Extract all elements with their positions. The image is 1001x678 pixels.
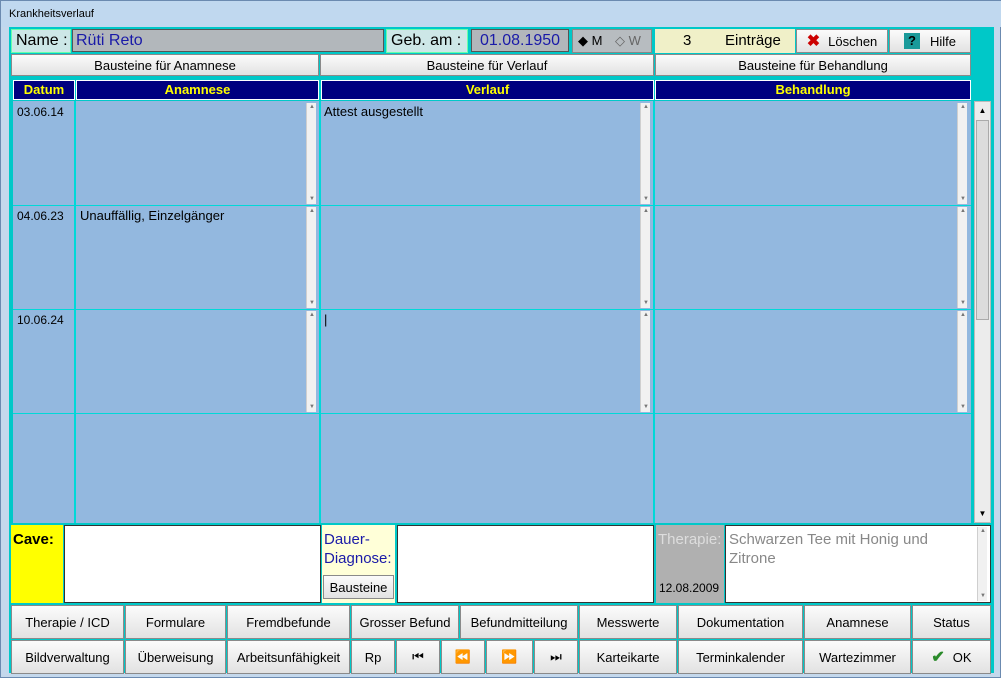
help-button[interactable]: ? Hilfe bbox=[889, 29, 971, 53]
cell-scrollbar[interactable]: ▲ ▼ bbox=[957, 103, 967, 204]
status-button[interactable]: Status bbox=[912, 605, 991, 639]
bildverwaltung-button[interactable]: Bildverwaltung bbox=[11, 640, 124, 674]
bausteine-button[interactable]: Bausteine bbox=[323, 575, 394, 599]
main-scrollbar[interactable]: ▲ ▼ bbox=[974, 101, 991, 523]
ueberweisung-button[interactable]: Überweisung bbox=[125, 640, 226, 674]
messwerte-button[interactable]: Messwerte bbox=[579, 605, 677, 639]
delete-button[interactable]: ✖ Löschen bbox=[796, 29, 888, 53]
dauer-diagnose-field[interactable] bbox=[397, 525, 654, 603]
formulare-button[interactable]: Formulare bbox=[125, 605, 226, 639]
ok-check-icon: ✔ bbox=[931, 649, 945, 666]
cell-scrollbar[interactable]: ▲ ▼ bbox=[306, 207, 316, 308]
first-record-button[interactable]: ⏮ bbox=[396, 640, 440, 674]
therapie-date: 12.08.2009 bbox=[659, 581, 720, 595]
radio-w[interactable]: ◇ W bbox=[615, 30, 641, 52]
last-record-button[interactable]: ⏭ bbox=[534, 640, 578, 674]
anamnese-cell[interactable] bbox=[77, 102, 305, 202]
dokumentation-button[interactable]: Dokumentation bbox=[678, 605, 803, 639]
cell-scrollbar[interactable]: ▲ ▼ bbox=[640, 311, 650, 412]
col-header-anamnese: Anamnese bbox=[76, 80, 319, 100]
behandlung-cell[interactable] bbox=[656, 310, 956, 410]
therapie-scrollbar[interactable]: ▲ ▼ bbox=[977, 527, 987, 601]
window-title: Krankheitsverlauf bbox=[9, 8, 94, 20]
cave-field[interactable] bbox=[64, 525, 321, 603]
gender-radio-group: ◆ M ◇ W bbox=[572, 29, 652, 53]
last-icon: ⏭ bbox=[550, 649, 562, 664]
help-icon: ? bbox=[903, 33, 920, 49]
cave-label: Cave: bbox=[11, 525, 63, 603]
anamnese-cell[interactable]: Unauffällig, Einzelgänger bbox=[77, 206, 305, 306]
dauer-diagnose-label: Dauer- Diagnose: bbox=[324, 531, 392, 567]
scroll-up-icon[interactable]: ▲ bbox=[975, 102, 990, 119]
cell-scrollbar[interactable]: ▲ ▼ bbox=[306, 311, 316, 412]
therapie-icd-button[interactable]: Therapie / ICD bbox=[11, 605, 124, 639]
bausteine-anamnese-button[interactable]: Bausteine für Anamnese bbox=[11, 54, 319, 76]
cell-scrollbar[interactable]: ▲ ▼ bbox=[640, 207, 650, 308]
karteikarte-button[interactable]: Karteikarte bbox=[579, 640, 677, 674]
verlauf-cell[interactable]: Attest ausgestellt bbox=[321, 102, 639, 202]
grid-line bbox=[653, 101, 655, 523]
title-bar: Krankheitsverlauf bbox=[1, 1, 1001, 27]
anamnese-cell[interactable] bbox=[77, 310, 305, 410]
entries-count: 3 bbox=[683, 32, 692, 49]
row-date: 03.06.14 bbox=[17, 105, 64, 119]
therapie-field[interactable]: Schwarzen Tee mit Honig und Zitrone bbox=[725, 525, 991, 603]
cell-scrollbar[interactable]: ▲ ▼ bbox=[640, 103, 650, 204]
grid-line bbox=[13, 413, 971, 414]
scroll-down-icon[interactable]: ▼ bbox=[975, 505, 990, 522]
bausteine-behandlung-button[interactable]: Bausteine für Behandlung bbox=[655, 54, 971, 76]
befundmitteilung-button[interactable]: Befundmitteilung bbox=[460, 605, 578, 639]
bausteine-verlauf-button[interactable]: Bausteine für Verlauf bbox=[320, 54, 654, 76]
scroll-thumb[interactable] bbox=[976, 120, 989, 320]
therapie-panel: Therapie: 12.08.2009 bbox=[656, 525, 724, 603]
anamnese-button[interactable]: Anamnese bbox=[804, 605, 911, 639]
behandlung-cell[interactable] bbox=[656, 102, 956, 202]
cell-scrollbar[interactable]: ▲ ▼ bbox=[957, 207, 967, 308]
rp-button[interactable]: Rp bbox=[351, 640, 395, 674]
birthdate-label: Geb. am : bbox=[386, 29, 468, 53]
row-date: 04.06.23 bbox=[17, 209, 64, 223]
entries-label: Einträge bbox=[725, 32, 781, 49]
app-window: Krankheitsverlauf Name : Rüti Reto Geb. … bbox=[0, 0, 1001, 678]
therapie-label: Therapie: bbox=[658, 531, 722, 548]
prev-record-button[interactable]: ⏪ bbox=[441, 640, 485, 674]
wartezimmer-button[interactable]: Wartezimmer bbox=[804, 640, 911, 674]
arbeitsunfaehigkeit-button[interactable]: Arbeitsunfähigkeit bbox=[227, 640, 350, 674]
next-record-button[interactable]: ⏩ bbox=[486, 640, 533, 674]
name-label: Name : bbox=[11, 29, 71, 53]
radio-m[interactable]: ◆ M bbox=[578, 30, 602, 52]
terminkalender-button[interactable]: Terminkalender bbox=[678, 640, 803, 674]
behandlung-cell[interactable] bbox=[656, 206, 956, 306]
grid-line bbox=[74, 101, 76, 523]
next-icon: ⏩ bbox=[501, 649, 518, 664]
dauer-diagnose-panel: Dauer- Diagnose: Bausteine bbox=[322, 525, 395, 603]
entries-count-box: 3 Einträge bbox=[655, 29, 795, 53]
ok-button[interactable]: ✔ OK bbox=[912, 640, 991, 674]
col-header-behandlung: Behandlung bbox=[655, 80, 971, 100]
main-content: Name : Rüti Reto Geb. am : 01.08.1950 ◆ … bbox=[9, 27, 994, 674]
verlauf-cell[interactable]: | bbox=[321, 310, 639, 410]
cell-scrollbar[interactable]: ▲ ▼ bbox=[306, 103, 316, 204]
delete-icon: ✖ bbox=[806, 33, 821, 50]
name-field[interactable]: Rüti Reto bbox=[72, 29, 384, 52]
row-date: 10.06.24 bbox=[17, 313, 64, 327]
birthdate-field[interactable]: 01.08.1950 bbox=[471, 29, 569, 52]
col-header-verlauf: Verlauf bbox=[321, 80, 654, 100]
verlauf-cell[interactable] bbox=[321, 206, 639, 306]
first-icon: ⏮ bbox=[412, 649, 424, 664]
prev-icon: ⏪ bbox=[454, 649, 472, 664]
cell-scrollbar[interactable]: ▲ ▼ bbox=[957, 311, 967, 412]
fremdbefunde-button[interactable]: Fremdbefunde bbox=[227, 605, 350, 639]
grosser-befund-button[interactable]: Grosser Befund bbox=[351, 605, 459, 639]
col-header-datum: Datum bbox=[13, 80, 75, 100]
